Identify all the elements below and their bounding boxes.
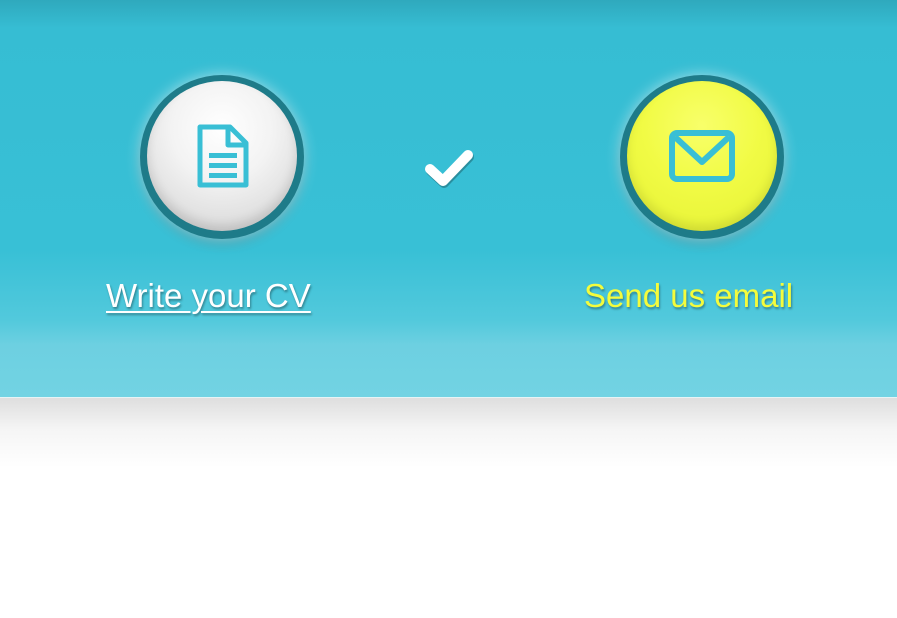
send-email-label: Send us email (584, 277, 794, 314)
checkmark-icon (425, 150, 474, 188)
steps-banner: Write your CV Send us email (0, 0, 897, 398)
envelope-icon (669, 130, 735, 182)
send-email-step-face (627, 81, 777, 231)
write-cv-step-button[interactable] (140, 75, 304, 239)
write-cv-step-face (147, 81, 297, 231)
banner-shadow (0, 398, 897, 468)
write-cv-link[interactable]: Write your CV (106, 276, 311, 316)
document-icon (197, 124, 249, 188)
send-email-step-button[interactable] (620, 75, 784, 239)
